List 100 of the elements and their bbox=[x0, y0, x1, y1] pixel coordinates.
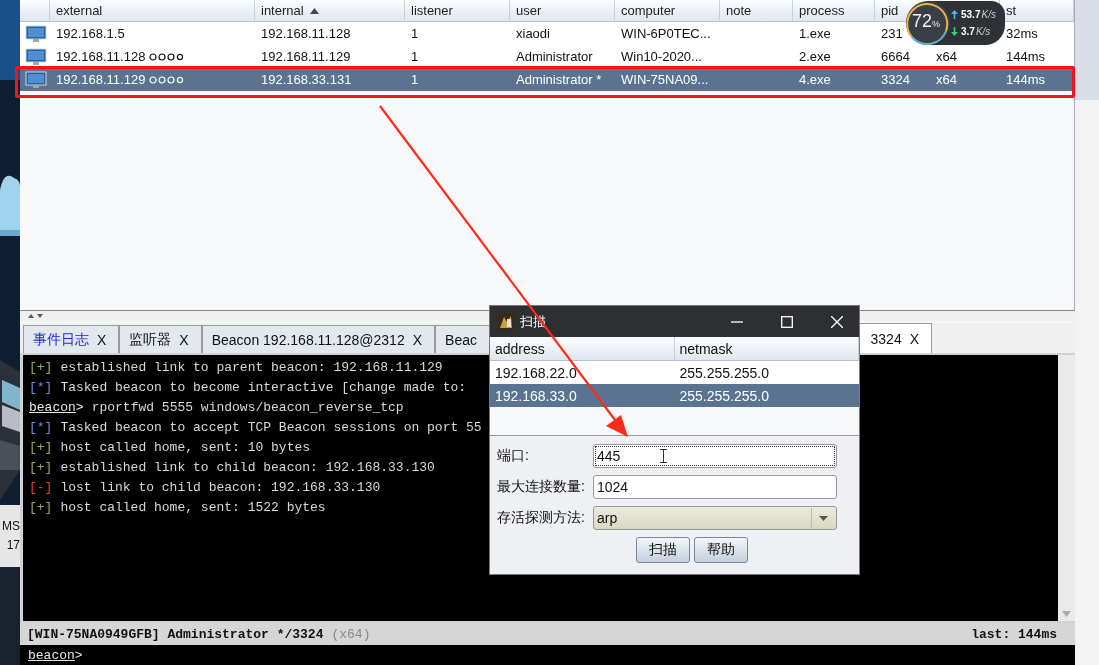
tab[interactable]: 监听器 X bbox=[119, 325, 202, 353]
tab[interactable]: 事件日志 X bbox=[23, 325, 120, 353]
console-prompt: beacon> bbox=[29, 399, 85, 417]
upload-arrow-icon bbox=[951, 10, 958, 19]
table-cell: 192.168.11.128 bbox=[56, 49, 146, 64]
table-cell: 192.168.11.129 bbox=[56, 72, 146, 87]
tab-label[interactable]: Beac bbox=[445, 331, 477, 348]
percent-sign: % bbox=[932, 19, 941, 29]
column-header[interactable]: listener bbox=[411, 3, 453, 18]
command-input[interactable]: beacon> bbox=[20, 645, 1075, 665]
console-message: Tasked beacon to accept TCP Beacon sessions on port 55 bbox=[60, 419, 482, 437]
close-tab-button[interactable]: X bbox=[909, 330, 920, 347]
computer-icon bbox=[25, 70, 47, 89]
column-header[interactable]: user bbox=[516, 3, 542, 18]
dialog-button[interactable]: 帮助 bbox=[694, 537, 748, 563]
tab-label[interactable]: 监听器 bbox=[129, 330, 172, 349]
column-header[interactable]: address bbox=[490, 337, 675, 360]
dropdown-arrow-icon[interactable] bbox=[818, 515, 828, 521]
status-prefix: [+] bbox=[29, 459, 53, 477]
column-header[interactable]: process bbox=[799, 3, 845, 18]
status-prefix: [-] bbox=[29, 479, 53, 497]
table-cell: 6664 bbox=[881, 49, 910, 64]
column-header[interactable]: st bbox=[1006, 3, 1017, 18]
input-prompt: beacon> bbox=[28, 647, 83, 663]
console-message: Tasked beacon to become interactive [change made to: bbox=[60, 379, 467, 397]
table-cell: Administrator bbox=[516, 49, 593, 64]
last-seen: last: 144ms bbox=[971, 626, 1057, 642]
table-cell: 192.168.11.128 bbox=[261, 26, 351, 41]
table-cell: x64 bbox=[936, 72, 957, 87]
table-cell: 192.168.11.129 bbox=[261, 49, 351, 64]
maximize-icon[interactable] bbox=[781, 315, 793, 328]
close-tab-button[interactable]: X bbox=[97, 331, 107, 348]
app-icon bbox=[498, 313, 514, 330]
status-prefix: [*] bbox=[29, 419, 53, 437]
table-cell-text: 255.255.255.0 bbox=[678, 364, 771, 381]
field-label: 存活探测方法: bbox=[497, 509, 586, 527]
table-cell: 144ms bbox=[1006, 72, 1046, 87]
download-arrow-icon bbox=[951, 27, 958, 36]
desktop-icon-label[interactable]: MS bbox=[2, 517, 20, 534]
column-header[interactable]: internal bbox=[261, 3, 304, 18]
upload-speed: 53.7 bbox=[961, 9, 981, 20]
computer-icon bbox=[25, 47, 47, 66]
console-message: host called home, sent: 1522 bytes bbox=[60, 499, 326, 517]
splitter-arrows-icon[interactable] bbox=[28, 313, 44, 319]
table-cell: Win10-2020... bbox=[621, 49, 702, 64]
input-field[interactable]: 1024 bbox=[593, 475, 837, 499]
console-command: rportfwd 5555 windows/beacon_reverse_tcp bbox=[91, 399, 404, 417]
table-cell: 3324 bbox=[881, 72, 910, 87]
scrollbar[interactable] bbox=[1058, 355, 1075, 621]
column-header[interactable]: external bbox=[56, 3, 103, 18]
session-row[interactable]: 192.168.11.129 192.168.33.131 1 Administrator * WIN-75NA09... 4.exe 3324 x64 144ms bbox=[20, 68, 1074, 91]
session-arch: (x64) bbox=[331, 626, 371, 642]
tab[interactable]: Beacon 192.168.11.128@2312 X bbox=[201, 325, 436, 353]
table-cell: WIN-75NA09... bbox=[621, 72, 709, 87]
close-icon[interactable] bbox=[831, 315, 843, 328]
close-tab-button[interactable]: X bbox=[412, 331, 423, 348]
console-message: established link to child beacon: 192.168.33.130 bbox=[60, 459, 435, 477]
console-message: lost link to child beacon: 192.168.33.130 bbox=[60, 479, 381, 497]
session-row[interactable]: 192.168.11.128 192.168.11.129 1 Administrator Win10-2020... 2.exe 6664 x64 144ms bbox=[20, 45, 1074, 68]
dialog-button[interactable]: 扫描 bbox=[636, 537, 690, 563]
computer-icon bbox=[25, 24, 47, 43]
tab-label[interactable]: 3324 bbox=[870, 330, 902, 347]
status-prefix: [+] bbox=[29, 439, 53, 457]
table-cell-text: 255.255.255.0 bbox=[678, 387, 771, 404]
table-cell-text: 192.168.22.0 bbox=[494, 364, 578, 381]
download-speed: 3.7 bbox=[961, 26, 975, 37]
table-cell: 144ms bbox=[1006, 49, 1046, 64]
table-cell: 32ms bbox=[1006, 26, 1038, 41]
desktop-icon-label[interactable]: 17 bbox=[6, 536, 20, 553]
column-header[interactable]: note bbox=[726, 3, 752, 18]
speed-unit: K/s bbox=[981, 9, 996, 20]
input-field[interactable]: 445 bbox=[593, 444, 837, 468]
table-cell: 1 bbox=[411, 49, 419, 64]
table-cell: WIN-6P0TEC... bbox=[621, 26, 711, 41]
table-cell: 231 bbox=[881, 26, 903, 41]
dropdown[interactable]: arp bbox=[593, 506, 837, 530]
network-row[interactable]: 192.168.33.0 255.255.255.0 bbox=[490, 384, 859, 407]
tab-label[interactable]: 事件日志 bbox=[33, 330, 89, 349]
column-header[interactable]: netmask bbox=[674, 337, 859, 360]
session-info: [WIN-75NA0949GFB] Administrator */3324 bbox=[27, 626, 324, 642]
speed-unit: K/s bbox=[975, 26, 991, 37]
table-cell: Administrator * bbox=[516, 72, 602, 87]
table-cell: 1 bbox=[411, 26, 419, 41]
field-label: 最大连接数量: bbox=[497, 478, 586, 496]
table-cell: xiaodi bbox=[516, 26, 550, 41]
tab-label[interactable]: Beacon 192.168.11.128@2312 bbox=[211, 331, 405, 348]
column-header[interactable]: computer bbox=[621, 3, 676, 18]
table-cell: 2.exe bbox=[799, 49, 831, 64]
console-message: established link to parent beacon: 192.168.11.129 bbox=[60, 359, 443, 377]
status-prefix: [+] bbox=[29, 359, 53, 377]
close-tab-button[interactable]: X bbox=[179, 331, 189, 348]
table-cell: 4.exe bbox=[799, 72, 831, 87]
table-cell: 192.168.1.5 bbox=[56, 26, 125, 41]
status-prefix: [+] bbox=[29, 499, 53, 517]
column-header[interactable]: pid bbox=[881, 3, 899, 18]
gauge-ring-icon bbox=[905, 0, 951, 46]
table-cell: x64 bbox=[936, 49, 957, 64]
status-prefix: [*] bbox=[29, 379, 53, 397]
table-cell: 192.168.33.131 bbox=[261, 72, 352, 87]
network-row[interactable]: 192.168.22.0 255.255.255.0 bbox=[490, 361, 859, 384]
